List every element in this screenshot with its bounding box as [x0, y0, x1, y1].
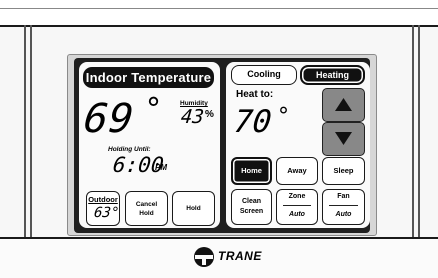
fan-divider [329, 205, 358, 206]
cancel-hold-label: Cancel Hold [135, 200, 158, 217]
hold-button[interactable]: Hold [172, 191, 215, 226]
home-button[interactable]: Home [231, 157, 272, 185]
decrease-temperature-button[interactable] [322, 122, 365, 156]
setpoint-value: 70 [232, 104, 274, 140]
cancel-hold-button[interactable]: Cancel Hold [125, 191, 168, 226]
fan-value: Auto [335, 211, 352, 218]
brand-name: TRANE [218, 249, 262, 263]
away-button[interactable]: Away [276, 157, 318, 185]
zone-value: Auto [289, 211, 305, 218]
cooling-mode-button[interactable]: Cooling [231, 65, 297, 85]
sleep-button[interactable]: Sleep [322, 157, 365, 185]
triangle-up-icon [335, 98, 352, 111]
outdoor-temperature-button[interactable]: Outdoor 63° [86, 191, 120, 226]
setpoint-degree-symbol: ° [278, 104, 289, 129]
zone-divider [283, 205, 311, 206]
humidity-unit: % [205, 109, 214, 120]
triangle-down-icon [335, 132, 352, 145]
indoor-degree-symbol: ° [146, 92, 161, 127]
humidity-value: 43 [179, 106, 206, 128]
clean-screen-label: Clean Screen [239, 198, 264, 215]
outdoor-value: 63° [93, 205, 121, 221]
holding-until-label: Holding Until: [108, 146, 151, 153]
fan-button[interactable]: Fan Auto [322, 189, 365, 225]
frame-divider [418, 25, 420, 237]
thermostat-device: Indoor Temperature 69 ° Humidity 43 % Ho… [0, 0, 438, 278]
clean-screen-button[interactable]: Clean Screen [231, 189, 272, 225]
device-top-frame [0, 0, 438, 27]
zone-button[interactable]: Zone Auto [276, 189, 318, 225]
frame-divider [24, 25, 26, 237]
heat-to-label: Heat to: [236, 89, 274, 100]
frame-divider [30, 25, 32, 237]
zone-label: Zone [288, 193, 306, 200]
outdoor-label: Outdoor [88, 195, 118, 204]
fan-label: Fan [337, 193, 350, 200]
indoor-temperature-title: Indoor Temperature [83, 67, 214, 88]
hold-label: Hold [186, 205, 201, 212]
increase-temperature-button[interactable] [322, 88, 365, 122]
holding-until-ampm: PM [155, 163, 167, 172]
heating-mode-button[interactable]: Heating [300, 65, 365, 85]
frame-divider [412, 25, 414, 237]
indoor-temperature-value: 69 [81, 96, 137, 142]
